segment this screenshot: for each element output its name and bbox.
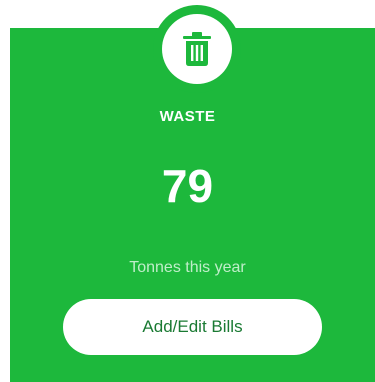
- icon-badge: [162, 14, 232, 84]
- add-edit-bills-button[interactable]: Add/Edit Bills: [63, 299, 322, 355]
- waste-widget: WASTE 79 Tonnes this year Add/Edit Bills: [0, 0, 375, 382]
- category-title: WASTE: [159, 108, 216, 125]
- metric-value: 79: [161, 160, 214, 212]
- metric-unit: Tonnes this year: [129, 259, 246, 276]
- trash-bin-icon: [182, 32, 212, 66]
